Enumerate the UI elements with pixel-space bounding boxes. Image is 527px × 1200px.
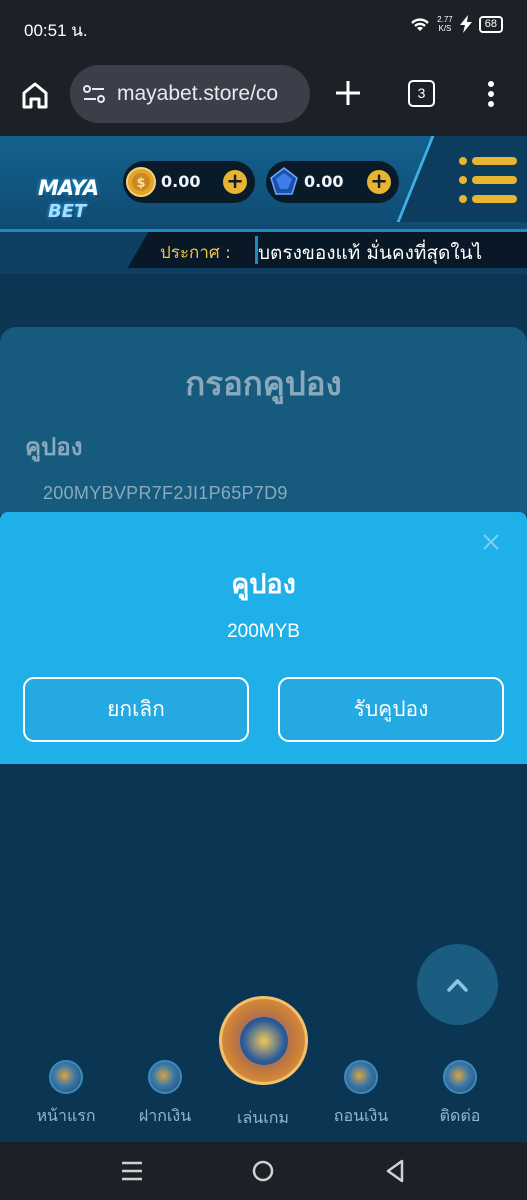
site-logo[interactable]: MAYA BET <box>28 168 123 228</box>
coin-icon: $ <box>126 167 156 197</box>
gem-wallet: 0.00 + <box>266 161 399 203</box>
nav-item-home[interactable]: หน้าแรก <box>26 1060 106 1129</box>
modal-title: คูปอง <box>231 569 296 600</box>
url-bar[interactable]: mayabet.store/co <box>70 65 310 123</box>
net-speed: 2.77 K/S <box>437 15 453 33</box>
contact-icon <box>443 1060 477 1094</box>
nav-item-contact[interactable]: ติดต่อ <box>420 1060 500 1129</box>
url-text: mayabet.store/co <box>117 82 279 105</box>
back-icon[interactable] <box>382 1158 408 1184</box>
wifi-icon <box>411 18 430 31</box>
coin-balance: 0.00 <box>161 172 201 191</box>
home-nav-icon <box>49 1060 83 1094</box>
gem-balance: 0.00 <box>304 172 344 191</box>
system-nav-bar <box>0 1142 527 1200</box>
nav-item-withdraw[interactable]: ถอนเงิน <box>321 1060 401 1129</box>
gem-icon <box>270 167 298 195</box>
logo-line1: MAYA <box>38 176 99 200</box>
battery-indicator: 68 <box>478 15 503 33</box>
announcement-text: บตรงของแท้ มั่นคงที่สุดในไ <box>258 242 483 264</box>
coupon-form-title: กรอกคูปอง <box>185 364 342 403</box>
svg-text:$: $ <box>136 176 145 191</box>
coupon-confirm-modal: คูปอง 200MYB ยกเลิก รับคูปอง <box>0 512 527 764</box>
android-home-icon[interactable] <box>250 1158 276 1184</box>
coupon-field-label: คูปอง <box>25 433 83 461</box>
add-coin-button[interactable]: + <box>223 170 247 194</box>
deposit-icon <box>148 1060 182 1094</box>
modal-coupon-value: 200MYB <box>227 621 300 642</box>
status-bar: 00:51 น. 2.77 K/S 68 <box>0 0 527 54</box>
nav-label: ฝากเงิน <box>138 1106 192 1125</box>
coin-wallet: $ 0.00 + <box>123 161 255 203</box>
plus-icon[interactable] <box>333 78 363 108</box>
nav-label: หน้าแรก <box>36 1106 96 1125</box>
withdraw-icon <box>344 1060 378 1094</box>
site-header: MAYA BET $ 0.00 + 0.00 + ประกาศ : บตรงขอ… <box>0 136 527 274</box>
status-time: 00:51 น. <box>24 21 88 40</box>
play-game-button[interactable] <box>219 996 308 1085</box>
add-gem-button[interactable]: + <box>367 170 391 194</box>
home-icon[interactable] <box>20 80 50 110</box>
tabs-icon[interactable]: 3 <box>408 80 435 107</box>
scroll-top-button[interactable] <box>417 944 498 1025</box>
recents-icon[interactable] <box>119 1158 145 1184</box>
announcement-label: ประกาศ : <box>160 243 231 263</box>
nav-label: ติดต่อ <box>439 1106 481 1125</box>
site-settings-icon[interactable] <box>82 84 106 104</box>
more-vert-icon[interactable] <box>481 79 501 109</box>
coupon-code-input[interactable]: 200MYBVPR7F2JI1P65P7D9 <box>43 483 288 504</box>
nav-item-play[interactable]: เล่นเกม <box>223 1096 303 1131</box>
charging-icon <box>459 15 472 33</box>
logo-line2: BET <box>48 201 87 222</box>
game-icon <box>240 1017 288 1065</box>
status-icons: 2.77 K/S 68 <box>409 15 503 33</box>
cancel-button[interactable]: ยกเลิก <box>23 677 249 742</box>
nav-label: เล่นเกม <box>237 1108 289 1127</box>
nav-label: ถอนเงิน <box>333 1106 389 1125</box>
redeem-coupon-button[interactable]: รับคูปอง <box>278 677 504 742</box>
announcement-bar: ประกาศ : บตรงของแท้ มั่นคงที่สุดในไ <box>120 232 527 268</box>
nav-item-deposit[interactable]: ฝากเงิน <box>125 1060 205 1129</box>
coupon-form-card: กรอกคูปอง คูปอง 200MYBVPR7F2JI1P65P7D9 <box>0 327 527 527</box>
close-icon[interactable] <box>482 533 500 551</box>
browser-toolbar: mayabet.store/co 3 <box>0 54 527 136</box>
hamburger-icon[interactable] <box>457 154 519 206</box>
chevron-up-icon <box>447 979 468 992</box>
